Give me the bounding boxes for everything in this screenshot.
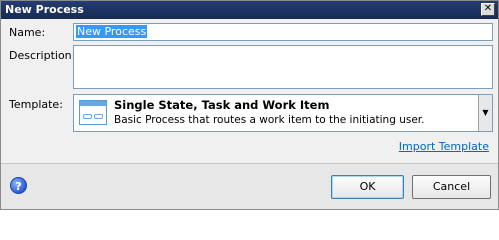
cancel-button[interactable]: Cancel	[412, 175, 491, 199]
help-icon[interactable]: ?	[10, 177, 27, 194]
title-bar: New Process ✕	[1, 1, 498, 19]
name-field[interactable]: New Process	[73, 23, 493, 41]
description-field[interactable]	[73, 45, 493, 89]
template-label: Template:	[9, 98, 63, 111]
import-template-link[interactable]: Import Template	[399, 140, 489, 153]
template-select[interactable]: Single State, Task and Work Item Basic P…	[73, 94, 493, 132]
dialog-title: New Process	[5, 3, 84, 16]
template-icon	[79, 100, 107, 125]
new-process-dialog: New Process ✕ Name: New Process Descript…	[0, 0, 499, 210]
template-description: Basic Process that routes a work item to…	[114, 114, 425, 126]
dialog-footer: ? OK Cancel	[1, 163, 498, 209]
ok-button[interactable]: OK	[331, 175, 404, 199]
name-value: New Process	[76, 25, 148, 38]
close-icon[interactable]: ✕	[481, 3, 495, 16]
chevron-down-icon[interactable]: ▼	[478, 95, 492, 131]
name-label: Name:	[9, 26, 46, 39]
template-name: Single State, Task and Work Item	[114, 98, 330, 112]
description-label: Description:	[9, 49, 76, 62]
